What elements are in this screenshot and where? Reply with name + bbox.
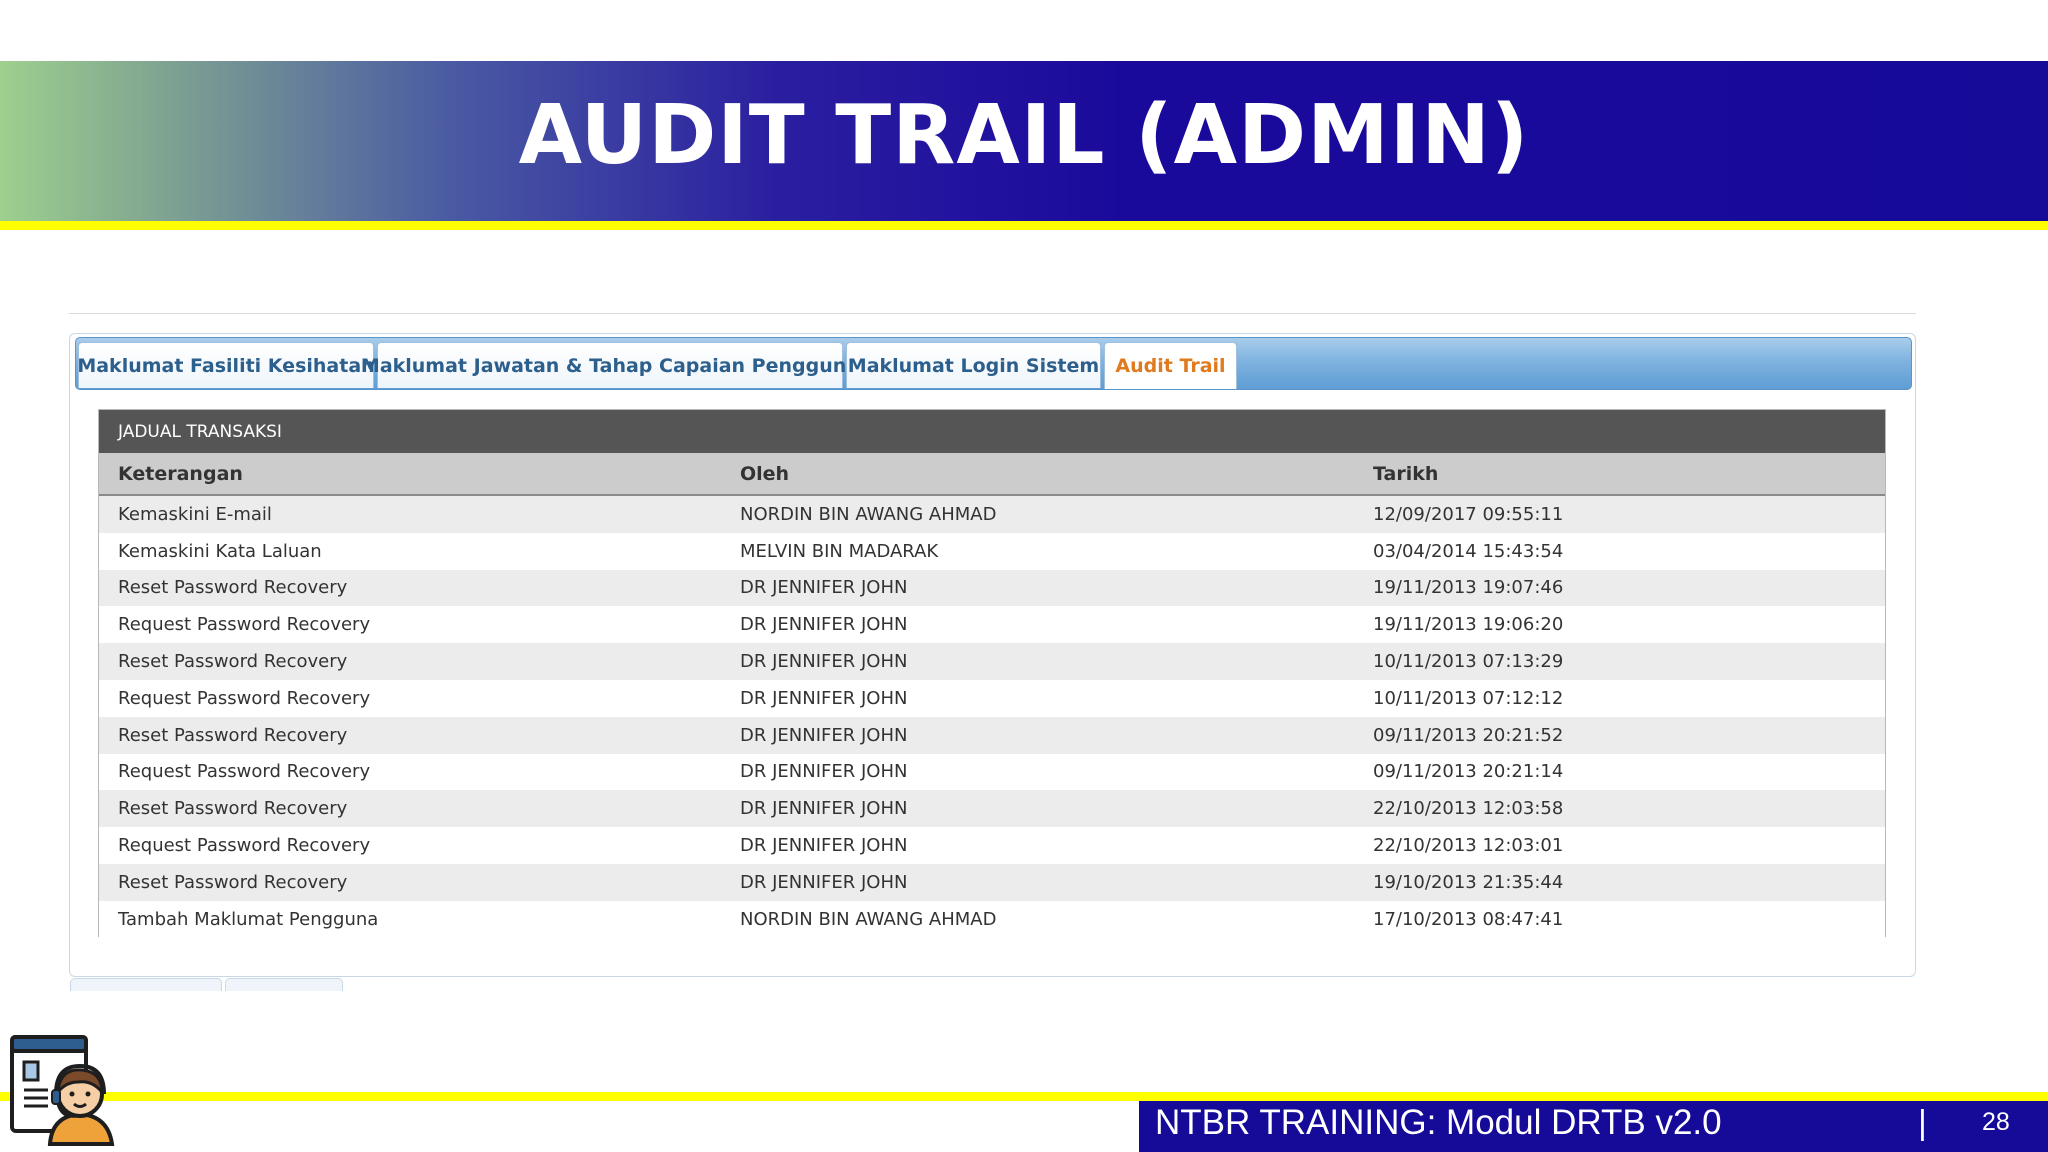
table-row[interactable]: Request Password Recovery DR JENNIFER JOH… bbox=[99, 679, 1885, 717]
cell-tarikh: 09/11/2013 20:21:14 bbox=[1373, 761, 1564, 783]
slide-title: AUDIT TRAIL (ADMIN) bbox=[518, 88, 1530, 183]
column-header-oleh: Oleh bbox=[740, 462, 790, 485]
column-header-tarikh: Tarikh bbox=[1373, 462, 1439, 485]
cell-oleh: MELVIN BIN MADARAK bbox=[740, 540, 939, 562]
tab-audit-trail[interactable]: Audit Trail bbox=[1104, 342, 1237, 389]
footer-separator: | bbox=[1918, 1104, 1927, 1142]
table-header: Keterangan Oleh Tarikh bbox=[99, 453, 1885, 496]
cell-tarikh: 10/11/2013 07:13:29 bbox=[1373, 651, 1564, 673]
tab-maklumat-fasiliti[interactable]: Maklumat Fasiliti Kesihatan bbox=[77, 342, 375, 388]
tab-maklumat-login[interactable]: Maklumat Login Sistem bbox=[846, 342, 1101, 388]
table-row[interactable]: Request Password Recovery DR JENNIFER JOH… bbox=[99, 753, 1885, 791]
cell-tarikh: 19/10/2013 21:35:44 bbox=[1373, 871, 1564, 893]
cell-keterangan: Reset Password Recovery bbox=[118, 577, 348, 599]
cell-tarikh: 09/11/2013 20:21:52 bbox=[1373, 724, 1564, 746]
table-row[interactable]: Kemaskini E-mail NORDIN BIN AWANG AHMAD 12… bbox=[99, 496, 1885, 533]
cell-oleh: DR JENNIFER JOHN bbox=[740, 614, 908, 636]
support-agent-icon bbox=[10, 1035, 115, 1146]
table-row[interactable]: Request Password Recovery DR JENNIFER JOH… bbox=[99, 606, 1885, 644]
cell-tarikh: 19/11/2013 19:07:46 bbox=[1373, 577, 1564, 599]
cell-oleh: DR JENNIFER JOHN bbox=[740, 651, 908, 673]
table-row[interactable]: Reset Password Recovery DR JENNIFER JOHN 1… bbox=[99, 643, 1885, 680]
cell-keterangan: Tambah Maklumat Pengguna bbox=[118, 908, 379, 930]
cell-oleh: NORDIN BIN AWANG AHMAD bbox=[740, 503, 997, 525]
accent-bar-bottom bbox=[0, 1092, 2048, 1101]
table-body: Kemaskini E-mail NORDIN BIN AWANG AHMAD 12… bbox=[99, 496, 1885, 938]
cell-oleh: DR JENNIFER JOHN bbox=[740, 724, 908, 746]
cell-keterangan: Request Password Recovery bbox=[118, 835, 371, 857]
footer-title: NTBR TRAINING: Modul DRTB v2.0 bbox=[1155, 1103, 1722, 1142]
cell-oleh: DR JENNIFER JOHN bbox=[740, 871, 908, 893]
cell-oleh: DR JENNIFER JOHN bbox=[740, 577, 908, 599]
cropped-button[interactable] bbox=[225, 978, 343, 991]
cell-tarikh: 10/11/2013 07:12:12 bbox=[1373, 687, 1564, 709]
table-row[interactable]: Reset Password Recovery DR JENNIFER JOHN 1… bbox=[99, 863, 1885, 901]
divider bbox=[69, 313, 1916, 314]
cell-oleh: DR JENNIFER JOHN bbox=[740, 687, 908, 709]
cell-keterangan: Request Password Recovery bbox=[118, 614, 371, 636]
cell-keterangan: Reset Password Recovery bbox=[118, 871, 348, 893]
cell-tarikh: 17/10/2013 08:47:41 bbox=[1373, 908, 1564, 930]
cell-oleh: DR JENNIFER JOHN bbox=[740, 761, 908, 783]
cell-oleh: DR JENNIFER JOHN bbox=[740, 798, 908, 820]
table-row[interactable]: Reset Password Recovery DR JENNIFER JOHN 1… bbox=[99, 569, 1885, 607]
cell-tarikh: 19/11/2013 19:06:20 bbox=[1373, 614, 1564, 636]
cropped-button[interactable] bbox=[70, 978, 222, 991]
table-caption: JADUAL TRANSAKSI bbox=[99, 410, 1885, 453]
cell-tarikh: 22/10/2013 12:03:58 bbox=[1373, 798, 1564, 820]
cell-keterangan: Reset Password Recovery bbox=[118, 724, 348, 746]
table-row[interactable]: Reset Password Recovery DR JENNIFER JOHN 2… bbox=[99, 790, 1885, 828]
tab-maklumat-jawatan[interactable]: Maklumat Jawatan & Tahap Capaian Penggun… bbox=[361, 342, 859, 388]
transaction-table: JADUAL TRANSAKSI Keterangan Oleh Tarikh … bbox=[98, 409, 1886, 938]
cell-keterangan: Kemaskini Kata Laluan bbox=[118, 540, 322, 562]
cell-oleh: DR JENNIFER JOHN bbox=[740, 835, 908, 857]
column-header-keterangan: Keterangan bbox=[118, 462, 243, 485]
cell-keterangan: Request Password Recovery bbox=[118, 761, 371, 783]
table-row[interactable]: Reset Password Recovery DR JENNIFER JOHN 0… bbox=[99, 716, 1885, 754]
cell-tarikh: 03/04/2014 15:43:54 bbox=[1373, 540, 1564, 562]
table-row[interactable]: Tambah Maklumat Pengguna NORDIN BIN AWANG… bbox=[99, 900, 1885, 938]
cell-tarikh: 12/09/2017 09:55:11 bbox=[1373, 503, 1564, 525]
table-row[interactable]: Kemaskini Kata Laluan MELVIN BIN MADARAK 0… bbox=[99, 532, 1885, 570]
cell-keterangan: Reset Password Recovery bbox=[118, 798, 348, 820]
cell-keterangan: Kemaskini E-mail bbox=[118, 503, 272, 525]
page-number: 28 bbox=[1982, 1108, 2010, 1136]
cell-keterangan: Request Password Recovery bbox=[118, 687, 371, 709]
cell-oleh: NORDIN BIN AWANG AHMAD bbox=[740, 908, 997, 930]
cell-tarikh: 22/10/2013 12:03:01 bbox=[1373, 835, 1564, 857]
table-row[interactable]: Request Password Recovery DR JENNIFER JOH… bbox=[99, 827, 1885, 864]
accent-bar-top bbox=[0, 221, 2048, 230]
cell-keterangan: Reset Password Recovery bbox=[118, 651, 348, 673]
